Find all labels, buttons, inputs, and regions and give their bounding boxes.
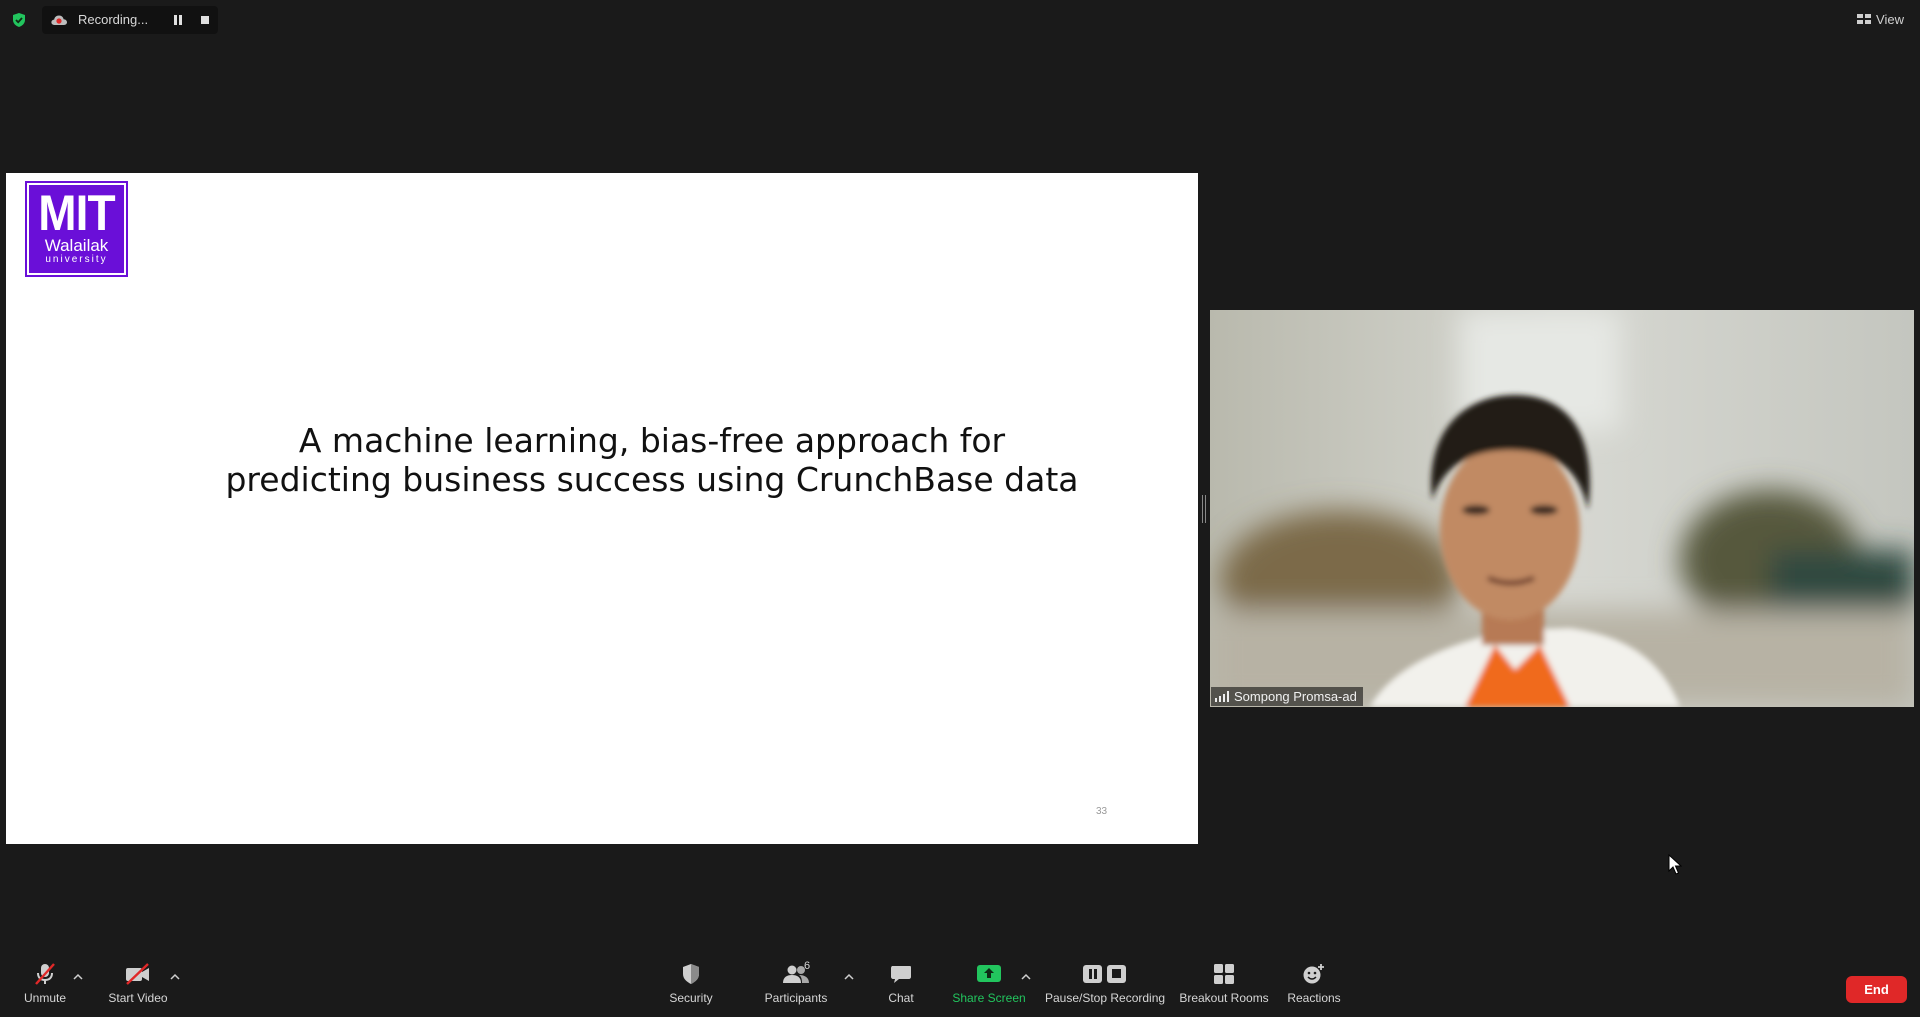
pause-stop-recording-button[interactable]: Pause/Stop Recording bbox=[1045, 961, 1165, 1005]
microphone-muted-icon bbox=[35, 963, 55, 985]
pause-recording-icon[interactable] bbox=[171, 14, 185, 26]
participant-name-tag: Sompong Promsa-ad bbox=[1211, 687, 1363, 706]
view-button[interactable]: View bbox=[1857, 10, 1904, 28]
start-video-label: Start Video bbox=[108, 991, 168, 1005]
breakout-rooms-button[interactable]: Breakout Rooms bbox=[1178, 961, 1270, 1005]
security-label: Security bbox=[669, 991, 713, 1005]
reactions-label: Reactions bbox=[1287, 991, 1341, 1005]
participants-options-chevron-up-icon[interactable] bbox=[844, 973, 854, 981]
panel-resize-handle[interactable] bbox=[1201, 495, 1207, 523]
unmute-button[interactable]: Unmute bbox=[22, 961, 68, 1005]
recording-indicator: Recording... bbox=[42, 6, 218, 34]
security-button[interactable]: Security bbox=[667, 961, 715, 1005]
share-options-chevron-up-icon[interactable] bbox=[1021, 973, 1031, 981]
unmute-label: Unmute bbox=[23, 991, 67, 1005]
audio-options-chevron-up-icon[interactable] bbox=[73, 973, 83, 981]
mit-walailak-logo: MIT Walailak university bbox=[25, 181, 128, 277]
chat-button[interactable]: Chat bbox=[880, 961, 922, 1005]
meeting-toolbar: Unmute Start Video Security 6 Participan… bbox=[0, 957, 1920, 1017]
security-shield-icon bbox=[683, 964, 699, 984]
breakout-rooms-label: Breakout Rooms bbox=[1179, 991, 1269, 1005]
video-options-chevron-up-icon[interactable] bbox=[170, 973, 180, 981]
pause-stop-icon bbox=[1083, 965, 1126, 983]
cloud-recording-icon bbox=[51, 15, 67, 25]
video-camera-off-icon bbox=[126, 963, 149, 985]
share-screen-button[interactable]: Share Screen bbox=[952, 961, 1026, 1005]
logo-main-text: MIT bbox=[38, 185, 115, 241]
security-shield-icon[interactable] bbox=[11, 12, 27, 28]
slide-title-line-1: A machine learning, bias-free approach f… bbox=[298, 421, 1006, 460]
signal-strength-icon bbox=[1215, 691, 1229, 702]
slide-title-line-2: predicting business success using Crunch… bbox=[225, 460, 1079, 499]
slide-page-number: 33 bbox=[1096, 806, 1108, 817]
logo-sub2-text: university bbox=[45, 254, 108, 265]
grid-view-icon bbox=[1857, 14, 1872, 24]
pause-stop-recording-label: Pause/Stop Recording bbox=[1044, 991, 1166, 1005]
start-video-button[interactable]: Start Video bbox=[106, 961, 170, 1005]
participant-video-frame bbox=[1210, 310, 1914, 707]
participants-button[interactable]: 6 Participants bbox=[763, 960, 829, 1005]
shared-screen-slide: MIT Walailak university A machine learni… bbox=[6, 173, 1198, 844]
view-label: View bbox=[1876, 11, 1904, 27]
participants-count: 6 bbox=[804, 960, 811, 972]
participants-label: Participants bbox=[764, 991, 828, 1005]
chat-bubble-icon bbox=[891, 966, 911, 983]
recording-label: Recording... bbox=[78, 12, 149, 27]
share-screen-label: Share Screen bbox=[952, 991, 1026, 1005]
slide-title: A machine learning, bias-free approach f… bbox=[6, 421, 1298, 499]
breakout-rooms-grid-icon bbox=[1214, 964, 1234, 984]
mouse-cursor-icon bbox=[1668, 854, 1682, 875]
share-screen-arrow-icon bbox=[977, 965, 1001, 982]
participant-name: Sompong Promsa-ad bbox=[1234, 689, 1357, 704]
reactions-smiley-icon bbox=[1303, 964, 1324, 984]
end-meeting-button[interactable]: End bbox=[1846, 976, 1907, 1003]
participant-video[interactable] bbox=[1210, 310, 1914, 707]
reactions-button[interactable]: Reactions bbox=[1286, 961, 1342, 1005]
chat-label: Chat bbox=[888, 991, 914, 1005]
stop-recording-icon[interactable] bbox=[199, 14, 211, 26]
